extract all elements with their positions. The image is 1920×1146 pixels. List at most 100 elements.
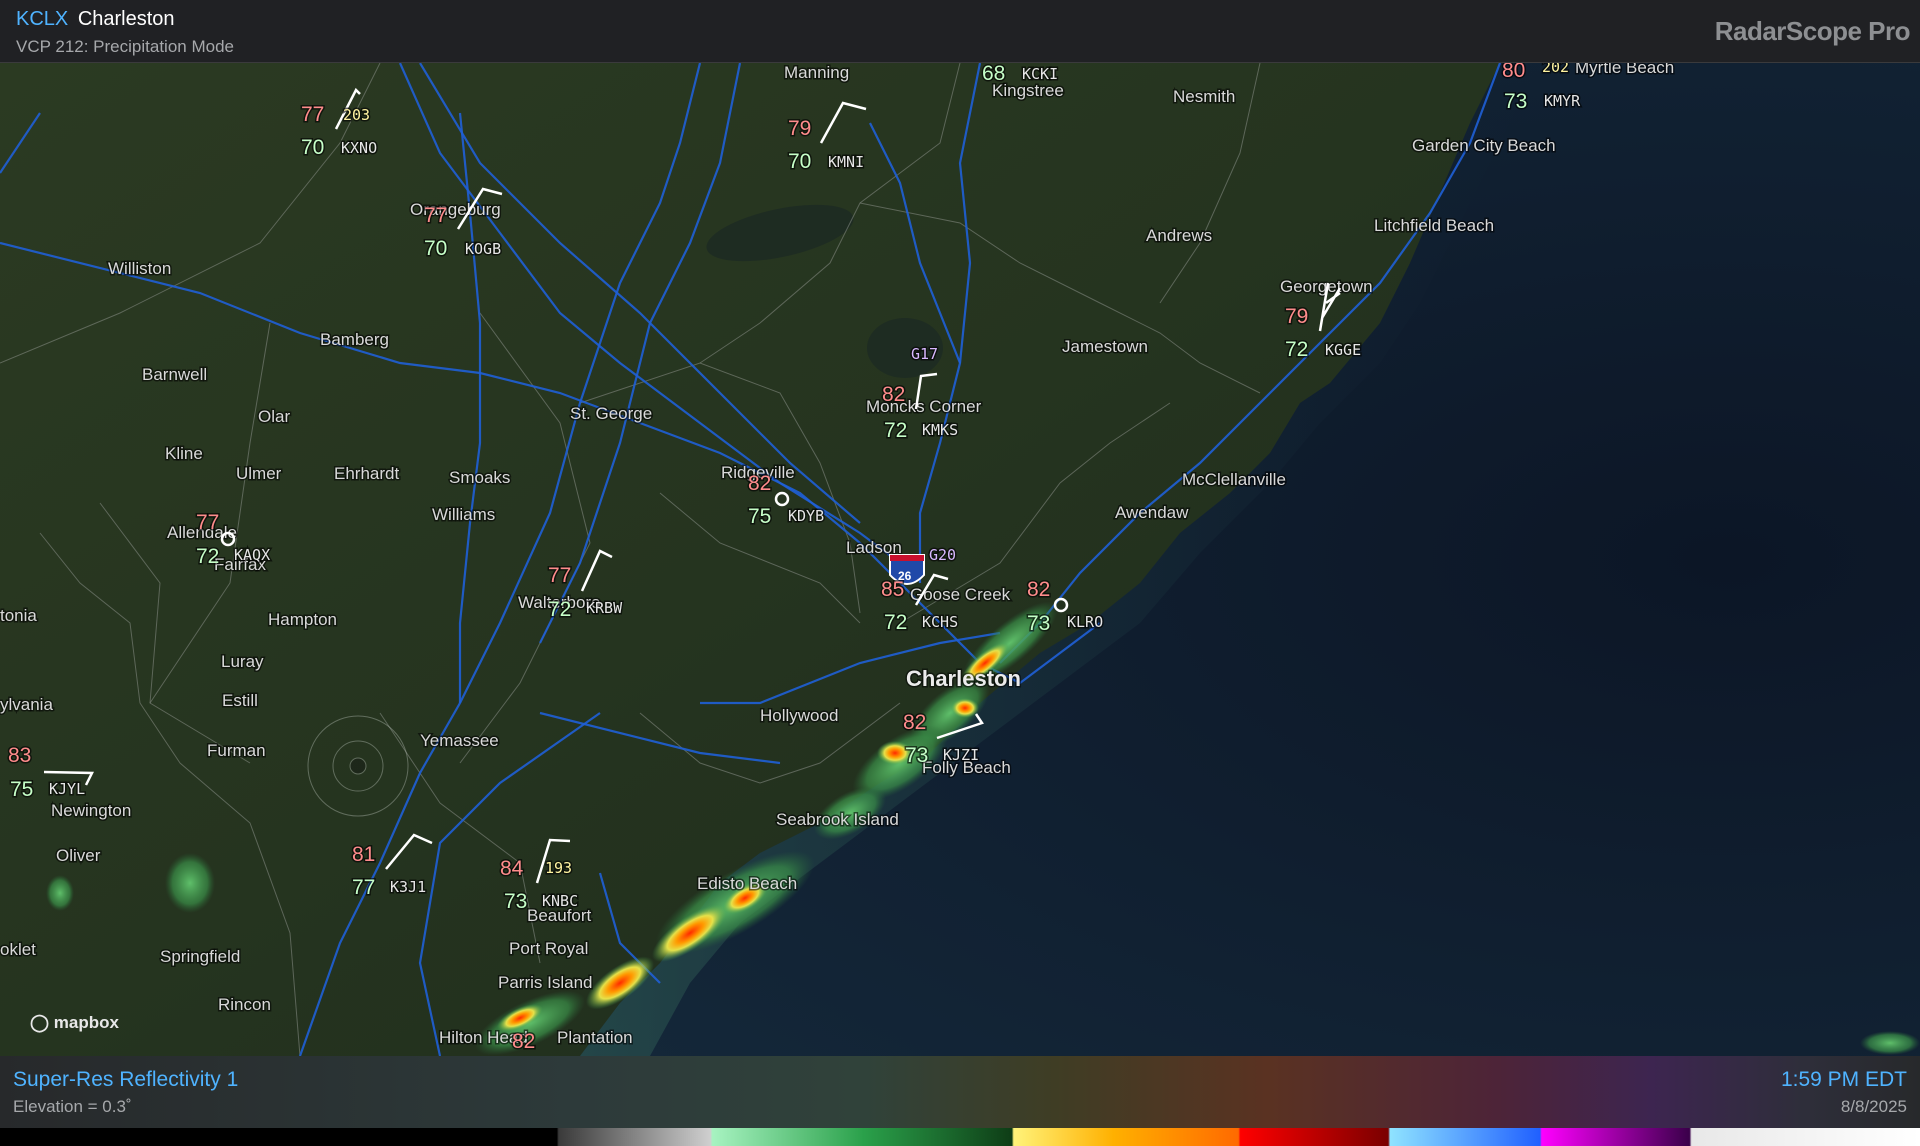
place-label: Andrews	[1146, 226, 1212, 245]
station-id: KDYB	[788, 507, 824, 525]
place-label: Estill	[222, 691, 258, 710]
mapbox-logo[interactable]: ◯ mapbox	[30, 1013, 119, 1033]
station-id: KGGE	[1325, 341, 1361, 359]
station-id: KJZI	[943, 746, 979, 764]
mapbox-attribution: mapbox	[53, 1013, 119, 1032]
product-selector[interactable]: Super-Res Reflectivity 1	[13, 1068, 238, 1092]
app-logo: RadarScope Pro	[1714, 16, 1911, 46]
station-temp: 77	[196, 511, 219, 534]
place-label: Nesmith	[1173, 87, 1235, 106]
city-label-charleston: Charleston	[906, 666, 1021, 691]
place-label: Hollywood	[760, 706, 838, 725]
station-id: KMNI	[828, 153, 864, 171]
reflectivity-color-scale	[0, 1128, 1920, 1146]
station-temp: 81	[352, 843, 375, 866]
station-plot-khxd: 82	[511, 1029, 537, 1055]
place-label: oklet	[0, 940, 36, 959]
station-id: KCKI	[1022, 65, 1058, 83]
station-visibility: 203	[343, 106, 370, 124]
station-dewpoint: 68	[982, 63, 1005, 85]
station-temp: 85	[881, 578, 904, 601]
place-label: Springfield	[160, 947, 240, 966]
station-id: KRBW	[586, 599, 623, 617]
place-label: Manning	[784, 63, 849, 82]
vcp-mode: VCP 212: Precipitation Mode	[16, 37, 234, 56]
place-label: St. George	[570, 404, 652, 423]
place-label: Port Royal	[509, 939, 588, 958]
place-label: Williston	[108, 259, 171, 278]
station-temp: 79	[788, 117, 811, 140]
station-dewpoint: 73	[905, 744, 928, 767]
station-dewpoint: 72	[884, 419, 907, 442]
station-dewpoint: 70	[788, 150, 811, 173]
station-temp: 77	[548, 564, 571, 587]
place-label: Ehrhardt	[334, 464, 399, 483]
station-id: KXNO	[341, 139, 377, 157]
station-dewpoint: 72	[196, 545, 219, 568]
station-id: KAQX	[234, 546, 270, 564]
scan-date: 8/8/2025	[1840, 1097, 1907, 1116]
station-dewpoint: 72	[1285, 338, 1308, 361]
radar-map[interactable]: Manning Kingstree Nesmith Garden City Be…	[0, 63, 1920, 1056]
station-id: KCHS	[922, 613, 958, 631]
station-gust: G20	[929, 546, 956, 564]
place-label: Smoaks	[449, 468, 510, 487]
place-label: Parris Island	[498, 973, 592, 992]
station-temp: 77	[301, 103, 324, 126]
place-label: Furman	[207, 741, 266, 760]
place-label: Olar	[258, 407, 290, 426]
station-code: KCLX	[16, 8, 69, 30]
place-label: Ulmer	[236, 464, 282, 483]
radar-site-selector[interactable]: KCLX Charleston	[16, 8, 175, 31]
station-dewpoint: 70	[301, 136, 324, 159]
station-visibility: 202	[1542, 63, 1569, 76]
place-label: Awendaw	[1115, 503, 1189, 522]
station-dewpoint: 72	[548, 598, 571, 621]
station-temp: 82	[1027, 578, 1050, 601]
scan-time[interactable]: 1:59 PM EDT	[1781, 1068, 1907, 1092]
station-temp: 79	[1285, 305, 1308, 328]
mapbox-icon: ◯	[30, 1013, 50, 1032]
station-id: K3J1	[390, 878, 426, 896]
station-dewpoint: 75	[748, 505, 771, 528]
place-label: Kline	[165, 444, 203, 463]
station-id: KMYR	[1544, 92, 1581, 110]
place-label: tonia	[0, 606, 37, 625]
station-temp: 82	[903, 711, 926, 734]
place-label: Williams	[432, 505, 495, 524]
place-label: ylvania	[0, 695, 53, 714]
place-label: Newington	[51, 801, 131, 820]
bottom-bar: Super-Res Reflectivity 1 Elevation = 0.3…	[0, 1056, 1920, 1128]
station-id: KOGB	[465, 240, 501, 258]
place-label: Rincon	[218, 995, 271, 1014]
station-id: KNBC	[542, 892, 578, 910]
top-bar: KCLX Charleston VCP 212: Precipitation M…	[0, 0, 1920, 63]
station-dewpoint: 70	[424, 237, 447, 260]
station-temp: 83	[8, 744, 31, 767]
station-dewpoint: 73	[1504, 90, 1527, 113]
station-dewpoint: 72	[884, 611, 907, 634]
place-label: Luray	[221, 652, 264, 671]
elevation-label: Elevation = 0.3˚	[13, 1097, 132, 1116]
station-dewpoint: 77	[352, 876, 375, 899]
station-temp: 84	[500, 857, 524, 880]
place-label: Edisto Beach	[697, 874, 797, 893]
station-visibility: 193	[545, 859, 572, 877]
place-label: Bamberg	[320, 330, 389, 349]
station-gust: G17	[911, 345, 938, 363]
place-label: McClellanville	[1182, 470, 1286, 489]
place-label: Hampton	[268, 610, 337, 629]
station-temp: 82	[512, 1030, 535, 1053]
station-id: KJYL	[49, 780, 85, 798]
station-id: KLRO	[1067, 613, 1103, 631]
station-dewpoint: 73	[1027, 612, 1050, 635]
station-name: Charleston	[77, 8, 175, 30]
place-label: Litchfield Beach	[1374, 216, 1494, 235]
place-label: Plantation	[557, 1028, 633, 1047]
station-temp: 77	[424, 204, 447, 227]
place-label: Myrtle Beach	[1575, 63, 1674, 77]
station-temp: 82	[882, 383, 905, 406]
station-temp: 82	[748, 472, 771, 495]
place-label: Seabrook Island	[776, 810, 899, 829]
place-label: Oliver	[56, 846, 101, 865]
